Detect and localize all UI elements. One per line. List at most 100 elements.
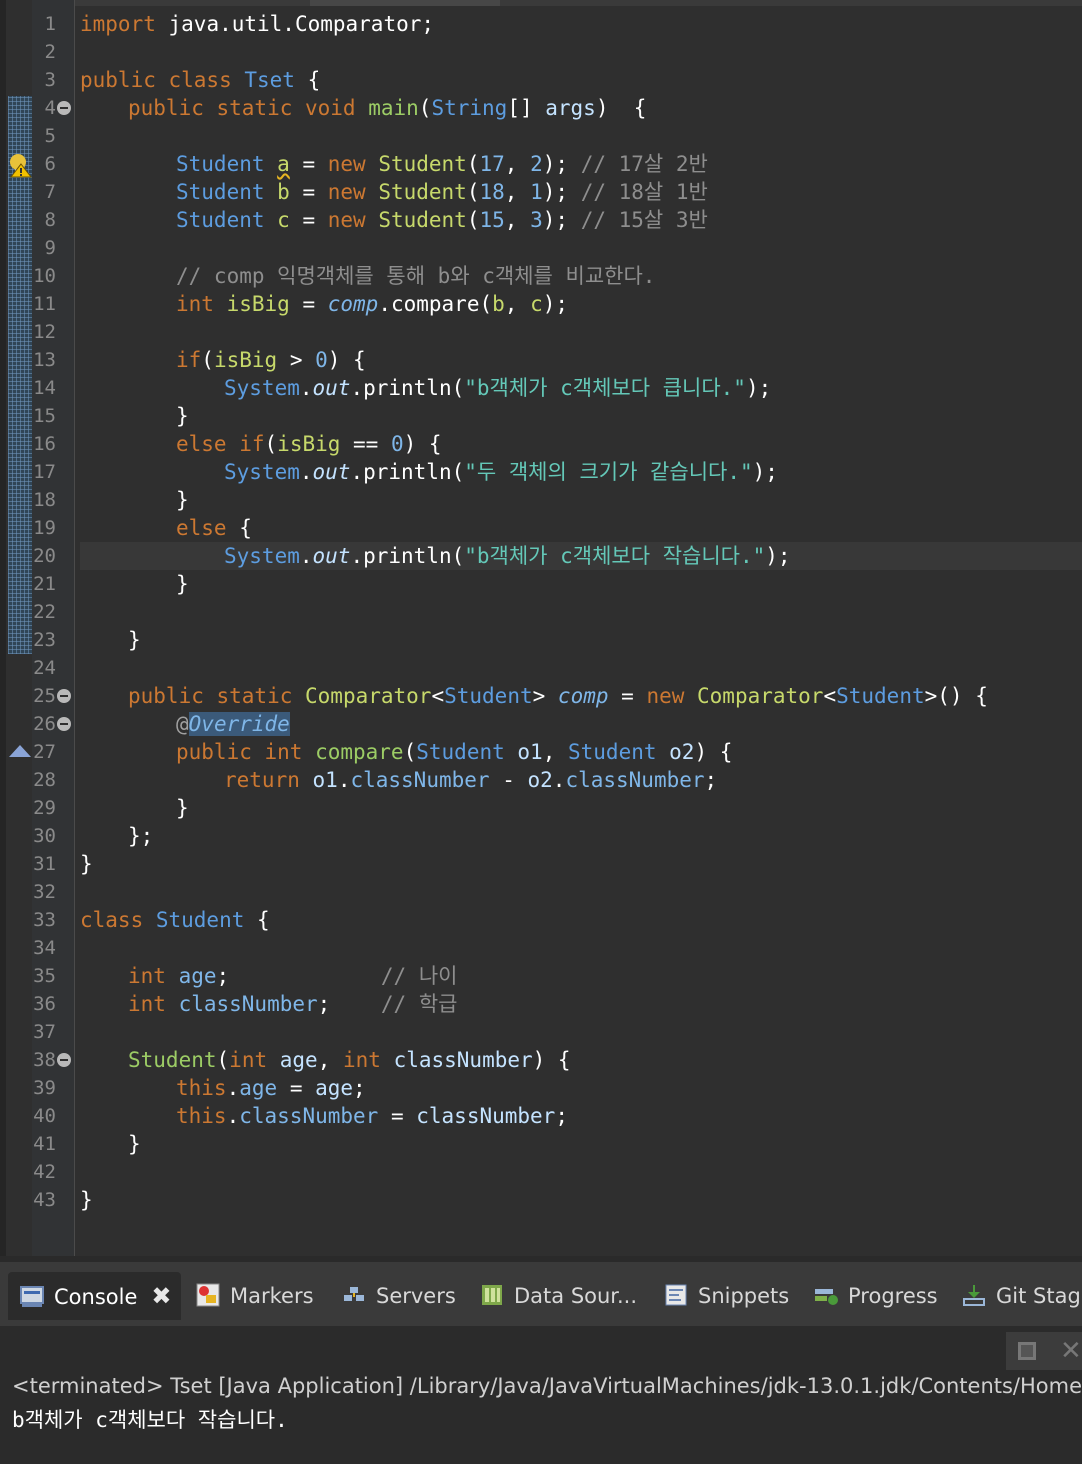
punct: ) {: [327, 348, 366, 372]
git-staging-icon: [963, 1285, 985, 1306]
line-number: 7: [44, 181, 56, 203]
punct: <: [823, 684, 837, 708]
tab-label: Progress: [848, 1284, 938, 1308]
line-number: 5: [44, 125, 56, 147]
line-number: 8: [44, 209, 56, 231]
keyword: int: [128, 992, 179, 1016]
override-indicator-icon[interactable]: [9, 745, 31, 757]
punct: =: [289, 208, 328, 232]
keyword: new: [646, 684, 698, 708]
tab-git-staging[interactable]: Git Stag: [962, 1276, 1081, 1316]
punct: ,: [504, 292, 531, 316]
punct: }: [80, 852, 93, 876]
punct: }: [128, 628, 141, 652]
line-number: 32: [33, 881, 56, 903]
comment: // 나이: [229, 964, 458, 988]
code-line-10: // comp 익명객체를 통해 b와 c객체를 비교한다.: [176, 262, 655, 290]
keyword: int: [229, 1048, 280, 1072]
identifier: java.util.Comparator;: [168, 12, 435, 36]
punct: =: [378, 1104, 417, 1128]
fold-toggle-icon[interactable]: [57, 717, 71, 731]
class-name: Student: [155, 908, 245, 932]
number: 0: [390, 432, 404, 456]
remove-launch-icon[interactable]: ✕: [1060, 1338, 1082, 1364]
type: Student: [176, 208, 278, 232]
line-number: 38: [33, 1049, 56, 1071]
type: System: [224, 544, 300, 568]
field: age: [178, 964, 217, 988]
editor-top-strip: [0, 0, 1082, 6]
line-number: 6: [44, 153, 56, 175]
fold-toggle-icon[interactable]: [57, 689, 71, 703]
punct: }: [176, 488, 189, 512]
punct: (: [201, 348, 214, 372]
line-number: 37: [33, 1021, 56, 1043]
code-line-8: Student c = new Student(15, 3); // 15살 3…: [176, 206, 708, 234]
field: age: [239, 1076, 278, 1100]
class-name: Comparator: [697, 684, 824, 708]
tab-snippets[interactable]: Snippets: [664, 1276, 789, 1316]
fold-toggle-icon[interactable]: [57, 1053, 71, 1067]
punct: ,: [504, 152, 531, 176]
line-number: 25: [33, 685, 56, 707]
line-number: 16: [33, 433, 56, 455]
servers-icon: [344, 1287, 364, 1301]
comment: // comp 익명객체를 통해 b와 c객체를 비교한다.: [176, 264, 656, 288]
data-source-icon: [482, 1285, 502, 1305]
punct: ;: [555, 1104, 568, 1128]
warning-lightbulb-icon[interactable]: [8, 152, 32, 178]
punct: );: [542, 208, 581, 232]
punct: ==: [340, 432, 391, 456]
line-number: 9: [44, 237, 56, 259]
code-line-39: this.age = age;: [176, 1074, 366, 1102]
close-icon[interactable]: ✖: [151, 1272, 171, 1320]
punct: );: [542, 180, 581, 204]
line-number: 12: [33, 321, 56, 343]
param: classNumber: [416, 1104, 556, 1128]
line-number: 33: [33, 909, 56, 931]
punct: ;: [317, 992, 331, 1016]
keyword: import: [80, 12, 169, 36]
tab-markers[interactable]: Markers: [196, 1276, 314, 1316]
code-line-33: class Student {: [80, 906, 270, 934]
method-call: .println(: [350, 376, 465, 400]
punct: ) {: [532, 1048, 571, 1072]
comment: // 15살 3반: [580, 208, 708, 232]
punct: ) {: [595, 96, 647, 120]
keyword: public int: [176, 740, 316, 764]
annotation: @: [176, 712, 189, 736]
line-number: 17: [33, 461, 56, 483]
param: o1: [517, 740, 543, 764]
code-line-31: }: [80, 850, 93, 878]
variable: a: [277, 152, 290, 176]
string: "b객체가 c객체보다 큽니다.": [464, 376, 746, 400]
terminate-icon[interactable]: [1018, 1342, 1036, 1360]
console-view[interactable]: ✕ <terminated> Tset [Java Application] /…: [0, 1326, 1082, 1464]
tab-progress[interactable]: Progress: [814, 1276, 938, 1316]
param: o2: [527, 768, 553, 792]
string: "b객체가 c객체보다 작습니다.": [464, 544, 766, 568]
punct: }: [176, 404, 189, 428]
code-line-6: Student a = new Student(17, 2); // 17살 2…: [176, 150, 708, 178]
line-number: 13: [33, 349, 56, 371]
variable: c: [530, 292, 543, 316]
punct: =: [277, 1076, 316, 1100]
quick-diff-marker: [8, 96, 32, 654]
keyword: public static void: [128, 96, 369, 120]
tab-console[interactable]: Console ✖: [8, 1272, 182, 1320]
tab-servers[interactable]: Servers: [342, 1276, 456, 1316]
code-editor[interactable]: 1 2 3 4 5 6 7 8 9 10 11 12 13 14 15 16 17 18 19 20 21 22 23 24 2…: [0, 0, 1082, 1256]
keyword: else: [176, 516, 227, 540]
number: 18: [479, 180, 505, 204]
class-name: Tset: [244, 68, 295, 92]
line-number: 35: [33, 965, 56, 987]
line-number: 31: [33, 853, 56, 875]
fold-toggle-icon[interactable]: [57, 101, 71, 115]
line-number: 20: [33, 545, 56, 567]
code-line-40: this.classNumber = classNumber;: [176, 1102, 568, 1130]
string: "두 객체의 크기가 같습니다.": [464, 460, 753, 484]
type: System: [224, 460, 300, 484]
tab-data-source[interactable]: Data Sour...: [480, 1276, 637, 1316]
code-line-1: import java.util.Comparator;: [80, 10, 434, 38]
console-output: b객체가 c객체보다 작습니다.: [12, 1408, 288, 1432]
